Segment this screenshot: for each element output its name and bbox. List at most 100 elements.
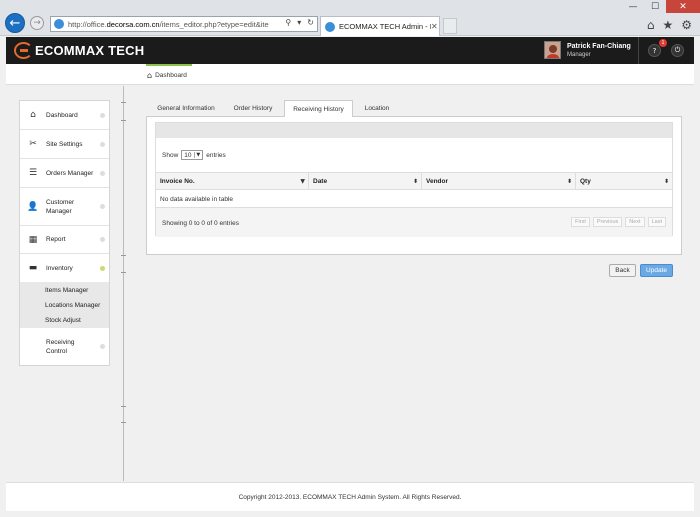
empty-table-message: No data available in table [160, 196, 233, 203]
settings-gear-icon[interactable]: ⚙ [681, 18, 692, 32]
back-button[interactable]: Back [609, 264, 636, 277]
sidebar-item-receiving-control[interactable]: Receiving Control [20, 328, 109, 365]
back-arrow-icon[interactable]: ← [5, 13, 25, 33]
table-info: Showing 0 to 0 of 0 entries [162, 220, 239, 227]
divider-handle[interactable] [121, 255, 126, 256]
tab-bar: General Information Order History Receiv… [146, 98, 682, 118]
logo-mark-icon [14, 42, 33, 59]
column-label: Vendor [426, 177, 449, 185]
list-icon: ☰ [28, 168, 38, 178]
page-footer: Copyright 2012-2013. ECOMMAX TECH Admin … [6, 482, 694, 511]
submenu-item-stock-adjust[interactable]: Stock Adjust [45, 317, 81, 324]
logo[interactable]: ECOMMAX TECH [14, 42, 144, 59]
power-icon[interactable]: ⏻ [671, 44, 684, 57]
address-bar[interactable]: http://office.decorsa.com.cn/items_edito… [50, 16, 318, 32]
browser-toolbar-icons: ⌂ ★ ⚙ [647, 18, 692, 32]
window-controls: — ☐ ✕ [622, 0, 700, 13]
new-tab-button[interactable] [443, 18, 457, 34]
pager-previous-button[interactable]: Previous [592, 217, 623, 227]
sidebar-item-label: Inventory [46, 264, 73, 272]
tools-icon: ✂ [29, 139, 37, 149]
status-dot-icon [100, 237, 105, 242]
search-icon[interactable]: ⚲ [285, 18, 291, 27]
submenu-item-items-manager[interactable]: Items Manager [45, 287, 88, 294]
sidebar-item-site-settings[interactable]: ✂ Site Settings [20, 130, 109, 159]
favorites-star-icon[interactable]: ★ [662, 18, 673, 32]
column-label: Qty [580, 177, 591, 185]
column-label: Invoice No. [160, 177, 195, 185]
pager-next-button[interactable]: Next [625, 217, 645, 227]
avatar [544, 41, 561, 59]
user-role: Manager [567, 51, 591, 58]
minimize-button[interactable]: — [622, 0, 644, 13]
entries-label: entries [206, 151, 226, 159]
logo-text: ECOMMAX TECH [35, 43, 145, 58]
tab-close-icon[interactable]: ✕ [431, 22, 438, 31]
breadcrumb[interactable]: ⌂ Dashboard [147, 71, 187, 80]
maximize-button[interactable]: ☐ [644, 0, 666, 13]
tab-location[interactable]: Location [354, 100, 400, 117]
inventory-icon: ▬ [28, 263, 38, 273]
close-window-button[interactable]: ✕ [666, 0, 700, 13]
receiving-history-grid: Show 10 ▼ entries Invoice No. ▼ Date ⬍ V… [155, 122, 673, 237]
help-icon[interactable]: ? [648, 44, 661, 57]
sidebar-item-orders-manager[interactable]: ☰ Orders Manager [20, 159, 109, 188]
browser-tab[interactable]: ECOMMAX TECH Admin - It... ✕ [320, 16, 440, 36]
user-icon: 👤 [27, 201, 39, 212]
divider-handle[interactable] [121, 102, 126, 103]
sidebar-item-inventory[interactable]: ▬ Inventory [20, 254, 109, 282]
tab-title: ECOMMAX TECH Admin - It... [339, 22, 431, 31]
ie-favicon-icon [54, 19, 64, 29]
divider-handle[interactable] [121, 422, 126, 423]
address-tools: ⚲ ▾ ↻ [285, 18, 314, 27]
column-header-date[interactable]: Date ⬍ [309, 173, 422, 189]
tab-order-history[interactable]: Order History [224, 100, 282, 117]
user-name: Patrick Fan-Chiang [567, 42, 631, 50]
status-dot-icon [100, 344, 105, 349]
divider-handle[interactable] [121, 406, 126, 407]
browser-chrome: — ☐ ✕ ← → http://office.decorsa.com.cn/i… [0, 0, 700, 36]
home-icon: ⌂ [147, 71, 153, 80]
tab-general-information[interactable]: General Information [148, 100, 224, 117]
column-header-vendor[interactable]: Vendor ⬍ [422, 173, 576, 189]
column-header-qty[interactable]: Qty ⬍ [576, 173, 672, 189]
page-length-value: 10 [184, 151, 192, 159]
divider-handle[interactable] [121, 120, 126, 121]
refresh-icon[interactable]: ↻ [307, 18, 314, 27]
url-text[interactable]: http://office.decorsa.com.cn/items_edito… [68, 20, 283, 29]
sidebar-item-dashboard[interactable]: ⌂ Dashboard [20, 101, 109, 130]
app-header: ECOMMAX TECH Patrick Fan-Chiang Manager … [6, 37, 694, 64]
pager-first-button[interactable]: First [571, 217, 590, 227]
submenu-item-locations-manager[interactable]: Locations Manager [45, 302, 100, 309]
status-dot-icon [100, 204, 105, 209]
sidebar-item-report[interactable]: ▦ Report [20, 226, 109, 254]
sidebar-item-customer-manager[interactable]: 👤 Customer Manager [20, 188, 109, 226]
status-dot-icon [100, 170, 105, 176]
user-profile[interactable]: Patrick Fan-Chiang Manager [544, 41, 631, 59]
active-dot-icon [100, 265, 105, 271]
sidebar: ⌂ Dashboard ✂ Site Settings ☰ Orders Man… [19, 100, 110, 366]
breadcrumb-accent [146, 64, 192, 66]
home-icon: ⌂ [30, 110, 36, 120]
home-icon[interactable]: ⌂ [647, 18, 655, 32]
chevron-down-icon: ▼ [194, 152, 201, 158]
grid-header-bar [156, 123, 672, 138]
update-button[interactable]: Update [640, 264, 673, 277]
divider-handle[interactable] [121, 272, 126, 273]
sidebar-item-label: Receiving Control [46, 338, 75, 355]
notification-badge: 1 [659, 39, 667, 47]
pager-last-button[interactable]: Last [647, 217, 666, 227]
sidebar-item-label: Report [46, 236, 66, 243]
status-dot-icon [100, 141, 105, 147]
column-header-invoice[interactable]: Invoice No. ▼ [156, 173, 309, 189]
forward-arrow-icon[interactable]: → [30, 16, 44, 30]
header-divider [638, 37, 639, 64]
breadcrumb-label: Dashboard [155, 72, 187, 79]
status-dot-icon [100, 112, 105, 118]
tab-receiving-history[interactable]: Receiving History [284, 100, 353, 118]
show-label: Show [162, 151, 179, 159]
sidebar-item-label: Site Settings [46, 140, 83, 148]
page-length-select[interactable]: 10 ▼ [181, 150, 204, 160]
dropdown-icon[interactable]: ▾ [297, 18, 301, 27]
sort-desc-icon: ▼ [300, 177, 305, 185]
